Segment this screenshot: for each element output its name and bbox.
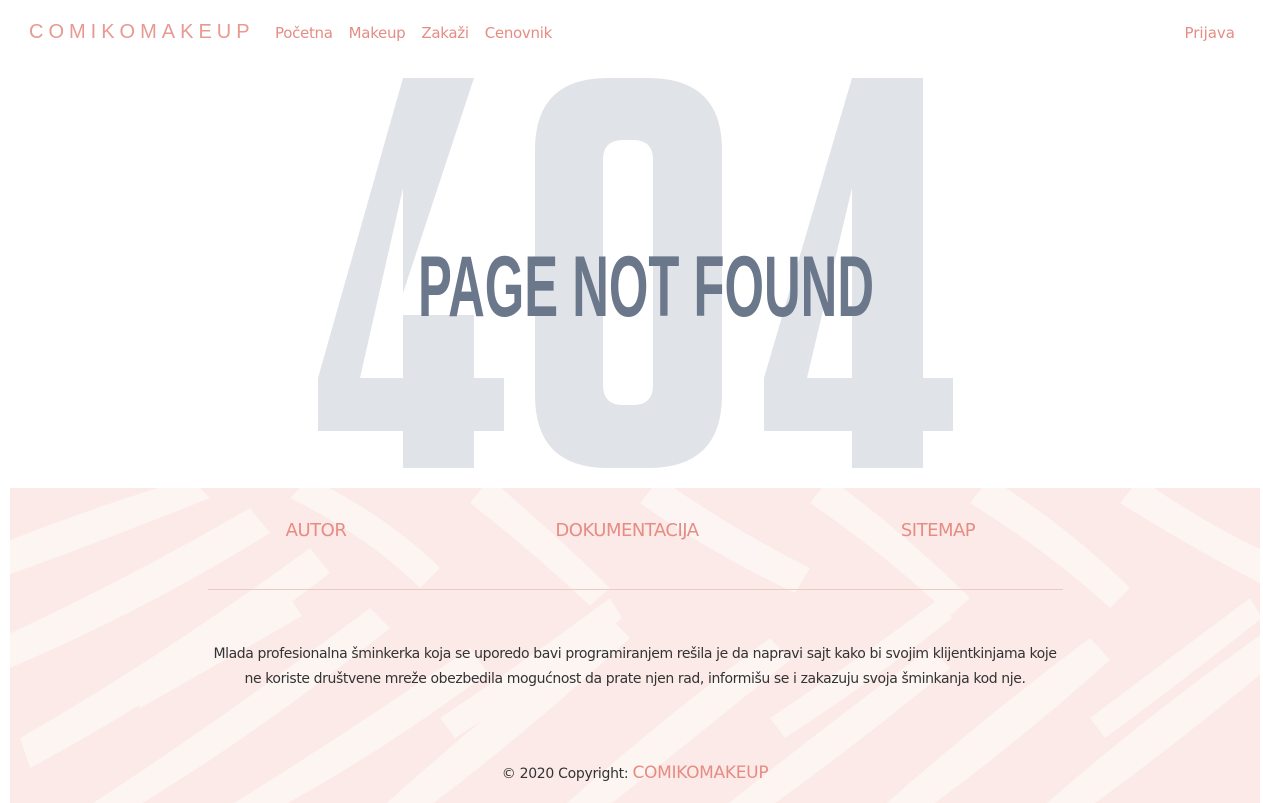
error-hero: PAGE NOT FOUND (0, 60, 1263, 490)
page-not-found-graphic: PAGE NOT FOUND (418, 239, 874, 328)
footer-divider (208, 589, 1063, 590)
nav-links: Početna Makeup Zakaži Cenovnik (275, 24, 568, 42)
footer-link-sitemap[interactable]: SITEMAP (901, 520, 976, 541)
footer: AUTOR DOKUMENTACIJA SITEMAP Mlada profes… (10, 488, 1260, 803)
footer-links: AUTOR DOKUMENTACIJA SITEMAP (10, 520, 1260, 550)
footer-link-autor[interactable]: AUTOR (286, 520, 347, 541)
brand-logo[interactable]: COMIKOMAKEUP (29, 21, 255, 44)
nav-link-pocetna[interactable]: Početna (275, 24, 333, 42)
copyright: © 2020 Copyright: COMIKOMAKEUP (10, 763, 1260, 783)
footer-description: Mlada profesionalna šminkerka koja se up… (213, 646, 1057, 687)
copyright-text: © 2020 Copyright: (501, 766, 629, 782)
nav-link-zakazi[interactable]: Zakaži (421, 24, 469, 42)
page: COMIKOMAKEUP Početna Makeup Zakaži Cenov… (0, 0, 1263, 803)
nav-link-makeup[interactable]: Makeup (349, 24, 406, 42)
copyright-brand-link[interactable]: COMIKOMAKEUP (632, 763, 768, 783)
footer-link-dokumentacija[interactable]: DOKUMENTACIJA (555, 520, 699, 541)
nav-link-cenovnik[interactable]: Cenovnik (485, 24, 553, 42)
login-link[interactable]: Prijava (1184, 24, 1235, 42)
page-not-found-text: PAGE NOT FOUND (418, 239, 874, 328)
navbar: COMIKOMAKEUP Početna Makeup Zakaži Cenov… (0, 0, 1263, 68)
